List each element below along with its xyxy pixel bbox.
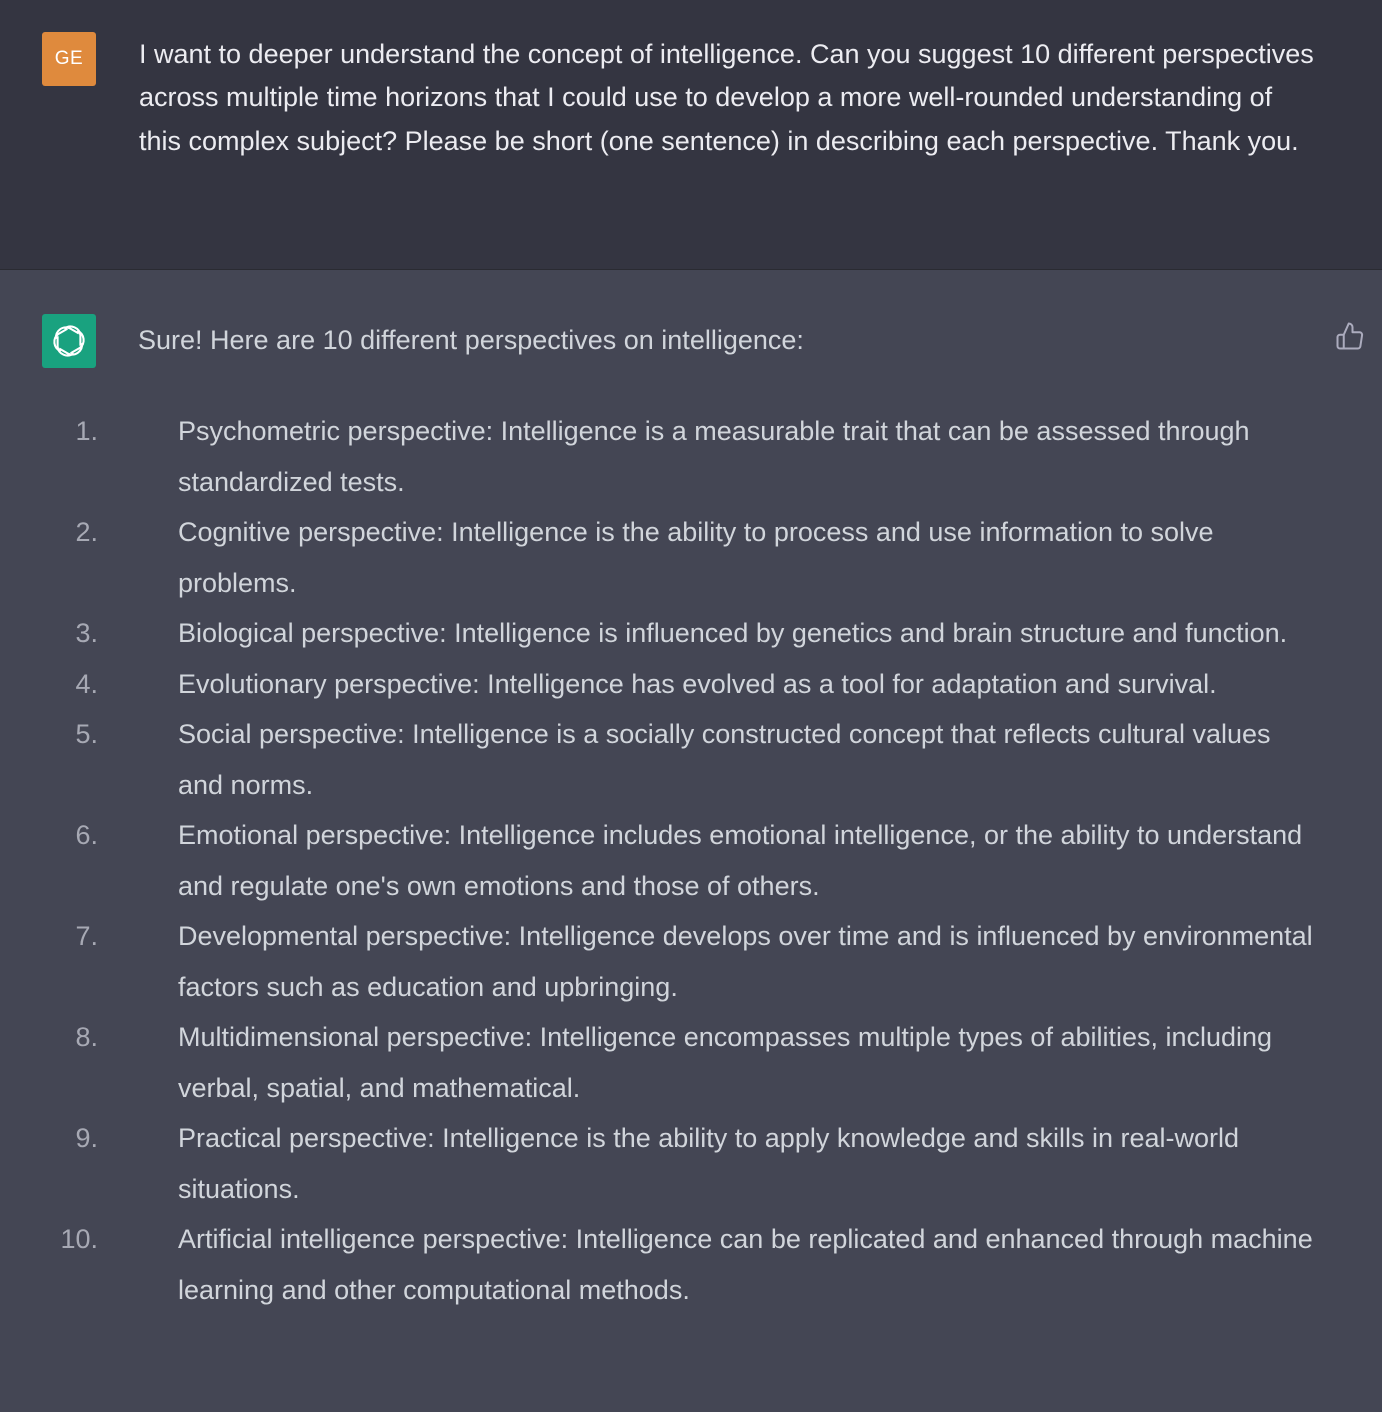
list-item-number: 8. [75,1022,98,1052]
user-message-text: I want to deeper understand the concept … [139,39,1314,156]
list-item: 10. Artificial intelligence perspective: … [0,1214,1318,1315]
thumbs-up-icon [1336,322,1364,350]
thumbs-up-button[interactable] [1332,318,1368,354]
list-item: 7. Developmental perspective: Intelligenc… [0,911,1318,1012]
list-item-number: 1. [75,416,98,446]
list-item-number: 4. [75,668,98,699]
list-item: 8. Multidimensional perspective: Intellig… [0,1012,1318,1113]
list-item: 1. Psychometric perspective: Intelligence… [0,406,1318,507]
list-item-text: Practical perspective: Intelligence is t… [178,1123,1240,1204]
list-item-number: 7. [75,921,98,951]
list-item-number: 2. [75,517,98,547]
user-avatar-initials: GE [54,48,84,69]
list-item-number: 9. [75,1123,98,1153]
list-item-text: Evolutionary perspective: Intelligence h… [178,668,1217,699]
assistant-message-row: Sure! Here are 10 different perspectives… [0,270,1382,1412]
list-item: 2. Cognitive perspective: Intelligence is… [0,507,1318,608]
user-avatar: GE [42,32,96,86]
list-item-text: Multidimensional perspective: Intelligen… [178,1022,1273,1103]
list-item: 3. Biological perspective: Intelligence i… [0,608,1318,659]
list-item: 6. Emotional perspective: Intelligence in… [0,810,1318,911]
list-item-text: Biological perspective: Intelligence is … [178,618,1288,648]
list-item-number: 3. [75,618,98,648]
list-item-number: 10. [60,1224,98,1254]
list-item-text: Artificial intelligence perspective: Int… [178,1224,1313,1305]
perspectives-list: 1. Psychometric perspective: Intelligence… [0,406,1382,1315]
list-item: 4. Evolutionary perspective: Intelligence… [0,659,1318,710]
list-item: 9. Practical perspective: Intelligence is… [0,1113,1318,1214]
assistant-intro-text: Sure! Here are 10 different perspectives… [138,325,804,355]
assistant-avatar [42,314,96,368]
list-item-text: Psychometric perspective: Intelligence i… [178,416,1250,497]
list-item-number: 5. [75,719,98,749]
list-item-number: 6. [75,820,98,850]
user-message-row: GE I want to deeper understand the conce… [0,0,1382,270]
list-item-text: Cognitive perspective: Intelligence is t… [178,517,1214,598]
list-item-text: Social perspective: Intelligence is a so… [178,719,1271,800]
list-item-text: Developmental perspective: Intelligence … [178,921,1313,1002]
list-item-text: Emotional perspective: Intelligence incl… [178,820,1303,901]
list-item: 5. Social perspective: Intelligence is a … [0,709,1318,810]
openai-logo-icon [53,325,85,357]
